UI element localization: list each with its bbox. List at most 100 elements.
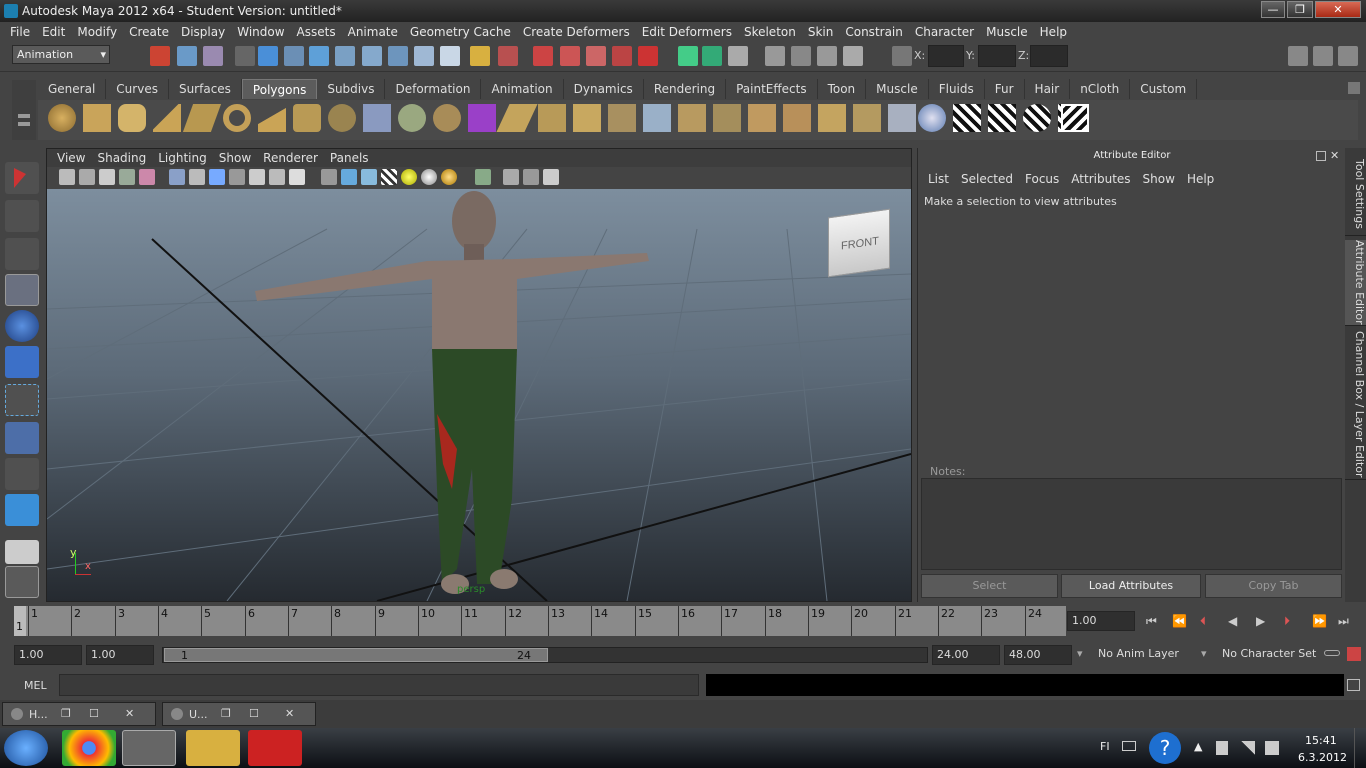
select-button[interactable]: Select: [921, 574, 1058, 598]
render-frame-icon[interactable]: [678, 46, 698, 66]
uv-spherical-icon[interactable]: [1023, 104, 1051, 132]
menu-skin[interactable]: Skin: [802, 25, 840, 39]
safe-action-icon[interactable]: [269, 169, 285, 185]
menu-create-deformers[interactable]: Create Deformers: [517, 25, 636, 39]
ae-menu-help[interactable]: Help: [1181, 172, 1220, 186]
select-by-object-icon[interactable]: [177, 46, 197, 66]
wedge-icon[interactable]: [818, 104, 846, 132]
menu-character[interactable]: Character: [909, 25, 980, 39]
uv-texture-editor-icon[interactable]: [1061, 104, 1089, 132]
bridge-icon[interactable]: [538, 104, 566, 132]
restore-icon[interactable]: ❐: [61, 707, 71, 720]
start-button[interactable]: [4, 730, 48, 766]
menu-geometry-cache[interactable]: Geometry Cache: [404, 25, 517, 39]
character-model[interactable]: [255, 191, 649, 594]
menu-skeleton[interactable]: Skeleton: [738, 25, 802, 39]
view-cube[interactable]: FRONT: [828, 208, 890, 278]
volume-icon[interactable]: [1265, 741, 1279, 755]
grid-icon[interactable]: [169, 169, 185, 185]
character-set-dropdown[interactable]: No Character Set: [1218, 645, 1318, 665]
extrude-icon[interactable]: [496, 104, 538, 132]
menu-help[interactable]: Help: [1034, 25, 1073, 39]
ae-menu-focus[interactable]: Focus: [1019, 172, 1065, 186]
hypershade-icon[interactable]: [843, 46, 863, 66]
smooth-icon[interactable]: [433, 104, 461, 132]
poly-torus-icon[interactable]: [223, 104, 251, 132]
default-lighting-icon[interactable]: [401, 169, 417, 185]
field-chart-icon[interactable]: [249, 169, 265, 185]
gate-mask-icon[interactable]: [229, 169, 245, 185]
time-slider[interactable]: 1 2 3 4 5 6 7 8 9 10 11 12 13 14 15 16 17 18 19 20 21 22 23 24: [14, 606, 1066, 636]
minimize-button[interactable]: —: [1261, 1, 1285, 18]
all-lights-icon[interactable]: [421, 169, 437, 185]
magnet-surface-icon[interactable]: [612, 46, 632, 66]
camera-icon[interactable]: [59, 169, 75, 185]
magnet-point-icon[interactable]: [586, 46, 606, 66]
shelf-grip[interactable]: [12, 80, 36, 140]
show-manipulator-icon[interactable]: [5, 458, 39, 490]
duplicate-face-icon[interactable]: [888, 104, 916, 132]
safe-title-icon[interactable]: [289, 169, 305, 185]
scale-tool-icon[interactable]: [5, 346, 39, 378]
close-button[interactable]: ✕: [1315, 1, 1361, 18]
select-tool-icon[interactable]: [5, 162, 39, 194]
universal-manipulator-icon[interactable]: [5, 384, 39, 416]
current-time-marker[interactable]: 1: [14, 606, 26, 636]
menu-muscle[interactable]: Muscle: [980, 25, 1034, 39]
usb-device-icon[interactable]: [1216, 741, 1228, 755]
soft-modification-icon[interactable]: [5, 422, 39, 454]
mel-label[interactable]: MEL: [24, 679, 47, 692]
layout-quick-icon[interactable]: [5, 566, 39, 598]
construction-history-icon[interactable]: [498, 46, 518, 66]
offset-edge-loop-icon[interactable]: [678, 104, 706, 132]
tab-hair[interactable]: Hair: [1025, 79, 1071, 99]
step-forward-key-icon[interactable]: ⏩: [1312, 614, 1327, 628]
splatter-app-taskbar-icon[interactable]: [248, 730, 302, 766]
image-plane-icon[interactable]: [119, 169, 135, 185]
menu-edit[interactable]: Edit: [36, 25, 71, 39]
clapper-icon[interactable]: [791, 46, 811, 66]
show-hidden-icons-icon[interactable]: ▲: [1194, 740, 1202, 753]
separate-icon[interactable]: [398, 104, 426, 132]
poly-pipe-icon[interactable]: [293, 104, 321, 132]
tab-fur[interactable]: Fur: [985, 79, 1025, 99]
film-gate-icon[interactable]: [189, 169, 205, 185]
float-panel-icon[interactable]: [1316, 151, 1326, 161]
close-panel-icon[interactable]: ✕: [1330, 149, 1339, 162]
maximize-button[interactable]: ❐: [1287, 1, 1313, 18]
tab-rendering[interactable]: Rendering: [644, 79, 727, 99]
smooth-shade-icon[interactable]: [341, 169, 357, 185]
y-field[interactable]: [978, 45, 1016, 67]
range-slider-handle[interactable]: 1 24: [164, 648, 548, 662]
anim-layer-dropdown[interactable]: No Anim Layer: [1094, 645, 1198, 665]
menu-animate[interactable]: Animate: [342, 25, 404, 39]
bookmark-icon[interactable]: [99, 169, 115, 185]
isolate-select-icon[interactable]: [475, 169, 491, 185]
step-back-frame-icon[interactable]: ⏴: [1200, 614, 1206, 629]
poly-sphere-icon[interactable]: [48, 104, 76, 132]
tab-attribute-editor[interactable]: Attribute Editor: [1345, 240, 1366, 326]
uv-cylindrical-icon[interactable]: [988, 104, 1016, 132]
menu-modify[interactable]: Modify: [71, 25, 123, 39]
script-editor-icon[interactable]: [1347, 679, 1360, 691]
tab-tool-settings[interactable]: Tool Settings: [1345, 152, 1366, 236]
z-field[interactable]: [1030, 45, 1068, 67]
toggle-channel-box-icon[interactable]: [1338, 46, 1358, 66]
layout-single-pane-icon[interactable]: [5, 540, 39, 564]
history-icon[interactable]: [414, 46, 434, 66]
poke-icon[interactable]: [853, 104, 881, 132]
snap-grid-icon[interactable]: [258, 46, 278, 66]
go-to-end-icon[interactable]: ⏭: [1338, 614, 1349, 629]
close-icon[interactable]: ✕: [285, 707, 294, 720]
wireframe-on-shaded-icon[interactable]: [361, 169, 377, 185]
camera-attr-icon[interactable]: [79, 169, 95, 185]
tab-custom[interactable]: Custom: [1130, 79, 1198, 99]
maya-taskbar-icon[interactable]: [122, 730, 176, 766]
ae-menu-selected[interactable]: Selected: [955, 172, 1019, 186]
start-time-field[interactable]: 1.00: [14, 645, 82, 665]
viewport-panel[interactable]: View Shading Lighting Show Renderer Pane…: [46, 148, 912, 602]
explorer-taskbar-icon[interactable]: [186, 730, 240, 766]
vp-menu-show[interactable]: Show: [213, 151, 257, 165]
merge-icon[interactable]: [713, 104, 741, 132]
render-settings-icon[interactable]: [728, 46, 748, 66]
